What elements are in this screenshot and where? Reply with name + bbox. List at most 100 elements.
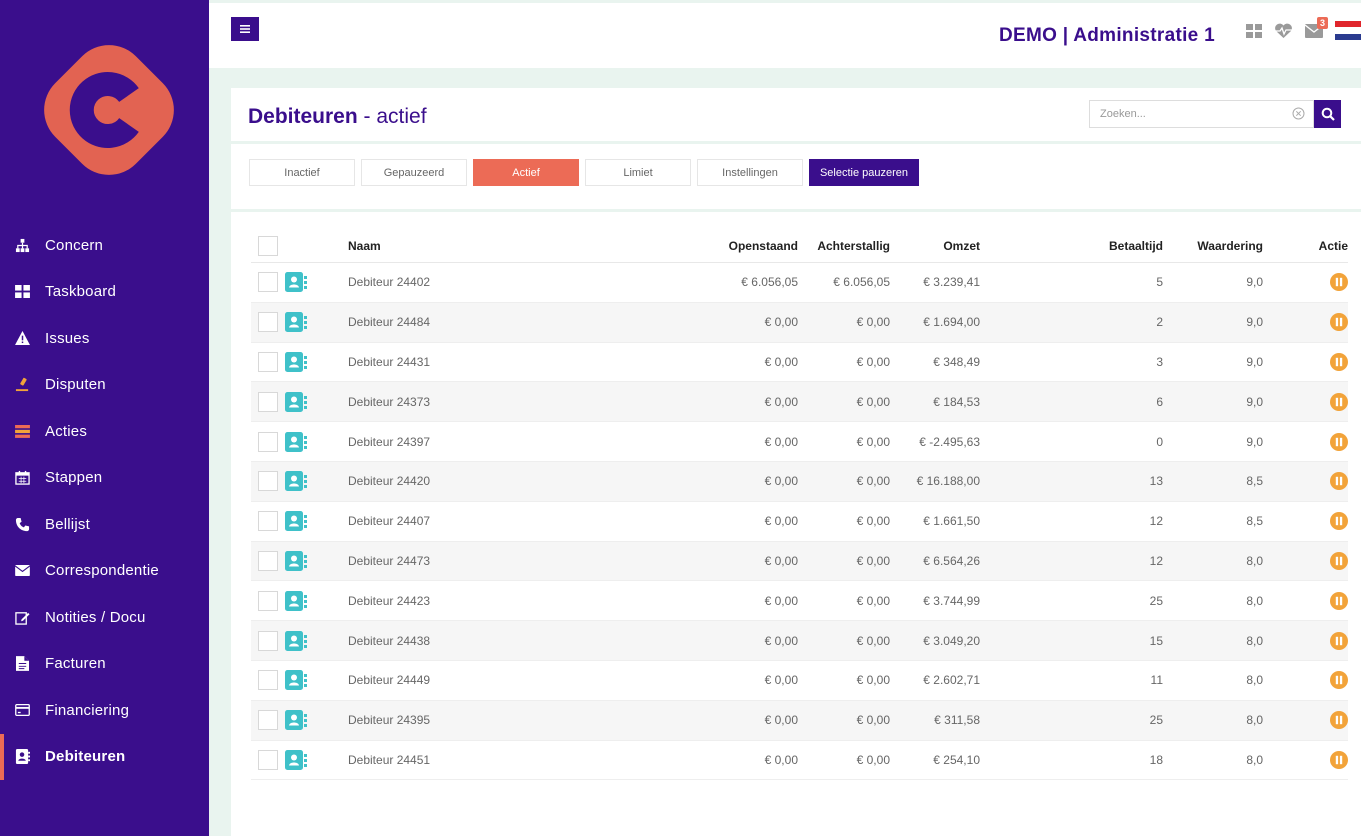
clear-search-icon[interactable] — [1292, 107, 1305, 120]
sidebar-item-financiering[interactable]: Financiering — [0, 687, 209, 734]
contact-card-icon[interactable] — [285, 590, 307, 611]
table-row[interactable]: Debiteur 24420 € 0,00 € 0,00 € 16.188,00 13 8… — [251, 461, 1348, 502]
debtor-name-link[interactable]: Debiteur 24373 — [348, 395, 638, 409]
contact-card-icon[interactable] — [285, 710, 307, 731]
header-waardering[interactable]: Waardering — [1163, 239, 1263, 253]
header-naam[interactable]: Naam — [348, 239, 638, 253]
language-button[interactable] — [1335, 21, 1361, 40]
row-checkbox[interactable] — [258, 550, 278, 571]
row-checkbox[interactable] — [258, 670, 278, 691]
row-checkbox[interactable] — [258, 272, 278, 293]
contact-card-icon[interactable] — [285, 550, 307, 571]
row-checkbox[interactable] — [258, 590, 278, 611]
sidebar-item-disputen[interactable]: Disputen — [0, 362, 209, 409]
pause-icon[interactable] — [1330, 591, 1348, 610]
cell-omzet: € 2.602,71 — [923, 673, 980, 688]
contact-card-icon[interactable] — [285, 272, 307, 293]
debtor-name-link[interactable]: Debiteur 24451 — [348, 753, 638, 767]
table-row[interactable]: Debiteur 24423 € 0,00 € 0,00 € 3.744,99 25 8,… — [251, 581, 1348, 622]
dashboard-button[interactable] — [1246, 23, 1262, 38]
menu-toggle-button[interactable] — [231, 17, 259, 41]
row-checkbox[interactable] — [258, 710, 278, 731]
row-checkbox[interactable] — [258, 471, 278, 492]
row-checkbox[interactable] — [258, 630, 278, 651]
contact-card-icon[interactable] — [285, 471, 307, 492]
tab-inactief[interactable]: Inactief — [249, 159, 355, 186]
sidebar-item-bellijst[interactable]: Bellijst — [0, 501, 209, 548]
pause-icon[interactable] — [1330, 671, 1348, 690]
contact-card-icon[interactable] — [285, 749, 307, 770]
sidebar-item-concern[interactable]: Concern — [0, 222, 209, 269]
pause-icon[interactable] — [1330, 313, 1348, 332]
pause-icon[interactable] — [1330, 432, 1348, 451]
row-checkbox[interactable] — [258, 312, 278, 333]
table-row[interactable]: Debiteur 24473 € 0,00 € 0,00 € 6.564,26 12 8,… — [251, 541, 1348, 582]
search-button[interactable] — [1314, 100, 1341, 128]
pause-icon[interactable] — [1330, 512, 1348, 531]
tab-limiet[interactable]: Limiet — [585, 159, 691, 186]
contact-card-icon[interactable] — [285, 391, 307, 412]
table-row[interactable]: Debiteur 24395 € 0,00 € 0,00 € 311,58 25 8,0 — [251, 700, 1348, 741]
debtor-name-link[interactable]: Debiteur 24431 — [348, 355, 638, 369]
tab-actief[interactable]: Actief — [473, 159, 579, 186]
sidebar-item-notities-docu[interactable]: Notities / Docu — [0, 594, 209, 641]
table-row[interactable]: Debiteur 24397 € 0,00 € 0,00 € -2.495,63 0 9,… — [251, 422, 1348, 462]
debtor-name-link[interactable]: Debiteur 24402 — [348, 275, 638, 289]
row-checkbox[interactable] — [258, 391, 278, 412]
table-row[interactable]: Debiteur 24407 € 0,00 € 0,00 € 1.661,50 12 8,… — [251, 502, 1348, 542]
contact-card-icon[interactable] — [285, 312, 307, 333]
table-row[interactable]: Debiteur 24402 € 6.056,05 € 6.056,05 € 3.23… — [251, 263, 1348, 303]
debtor-name-link[interactable]: Debiteur 24438 — [348, 634, 638, 648]
contact-card-icon[interactable] — [285, 670, 307, 691]
debtor-name-link[interactable]: Debiteur 24397 — [348, 435, 638, 449]
header-omzet[interactable]: Omzet — [890, 239, 980, 253]
table-row[interactable]: Debiteur 24449 € 0,00 € 0,00 € 2.602,71 11 8,… — [251, 661, 1348, 701]
pause-icon[interactable] — [1330, 392, 1348, 411]
header-achterstallig[interactable]: Achterstallig — [798, 239, 890, 253]
debtor-name-link[interactable]: Debiteur 24484 — [348, 315, 638, 329]
tab-selectie-pauzeren[interactable]: Selectie pauzeren — [809, 159, 919, 186]
select-all-checkbox[interactable] — [258, 236, 278, 256]
table-row[interactable]: Debiteur 24438 € 0,00 € 0,00 € 3.049,20 15 8,… — [251, 621, 1348, 661]
header-openstaand[interactable]: Openstaand — [638, 239, 798, 253]
table-row[interactable]: Debiteur 24451 € 0,00 € 0,00 € 254,10 18 8,0 — [251, 741, 1348, 781]
search-input[interactable] — [1089, 100, 1314, 128]
pause-icon[interactable] — [1330, 631, 1348, 650]
row-checkbox[interactable] — [258, 431, 278, 452]
tab-instellingen[interactable]: Instellingen — [697, 159, 803, 186]
row-checkbox[interactable] — [258, 749, 278, 770]
sidebar-item-issues[interactable]: Issues — [0, 315, 209, 362]
debtor-name-link[interactable]: Debiteur 24473 — [348, 554, 638, 568]
debtor-name-link[interactable]: Debiteur 24407 — [348, 514, 638, 528]
pause-icon[interactable] — [1330, 750, 1348, 769]
contact-card-icon[interactable] — [285, 431, 307, 452]
health-button[interactable] — [1274, 23, 1293, 39]
debtor-name-link[interactable]: Debiteur 24395 — [348, 713, 638, 727]
contact-card-icon[interactable] — [285, 351, 307, 372]
sidebar-item-taskboard[interactable]: Taskboard — [0, 269, 209, 316]
row-checkbox[interactable] — [258, 351, 278, 372]
header-betaaltijd[interactable]: Betaaltijd — [980, 239, 1163, 253]
tab-gepauzeerd[interactable]: Gepauzeerd — [361, 159, 467, 186]
debtor-name-link[interactable]: Debiteur 24423 — [348, 594, 638, 608]
contact-card-icon[interactable] — [285, 630, 307, 651]
sidebar-item-correspondentie[interactable]: Correspondentie — [0, 548, 209, 595]
debtor-name-link[interactable]: Debiteur 24449 — [348, 673, 638, 687]
pause-icon[interactable] — [1330, 711, 1348, 730]
table-row[interactable]: Debiteur 24431 € 0,00 € 0,00 € 348,49 3 9,0 — [251, 343, 1348, 383]
contact-card-icon[interactable] — [285, 511, 307, 532]
row-checkbox[interactable] — [258, 511, 278, 532]
pause-icon[interactable] — [1330, 551, 1348, 570]
table-row[interactable]: Debiteur 24484 € 0,00 € 0,00 € 1.694,00 2 9,0 — [251, 302, 1348, 343]
table-row[interactable]: Debiteur 24373 € 0,00 € 0,00 € 184,53 6 9,0 — [251, 382, 1348, 423]
sidebar-item-debiteuren[interactable]: Debiteuren — [0, 733, 209, 780]
sidebar-item-acties[interactable]: Acties — [0, 408, 209, 455]
mail-button[interactable]: 3 — [1305, 16, 1328, 38]
pause-icon[interactable] — [1330, 352, 1348, 371]
pause-icon[interactable] — [1330, 472, 1348, 491]
pause-icon[interactable] — [1330, 273, 1348, 292]
sidebar-item-stappen[interactable]: Stappen — [0, 455, 209, 502]
debtor-name-link[interactable]: Debiteur 24420 — [348, 474, 638, 488]
sidebar-item-facturen[interactable]: Facturen — [0, 641, 209, 688]
administration-title[interactable]: DEMO | Administratie 1 — [999, 25, 1215, 47]
